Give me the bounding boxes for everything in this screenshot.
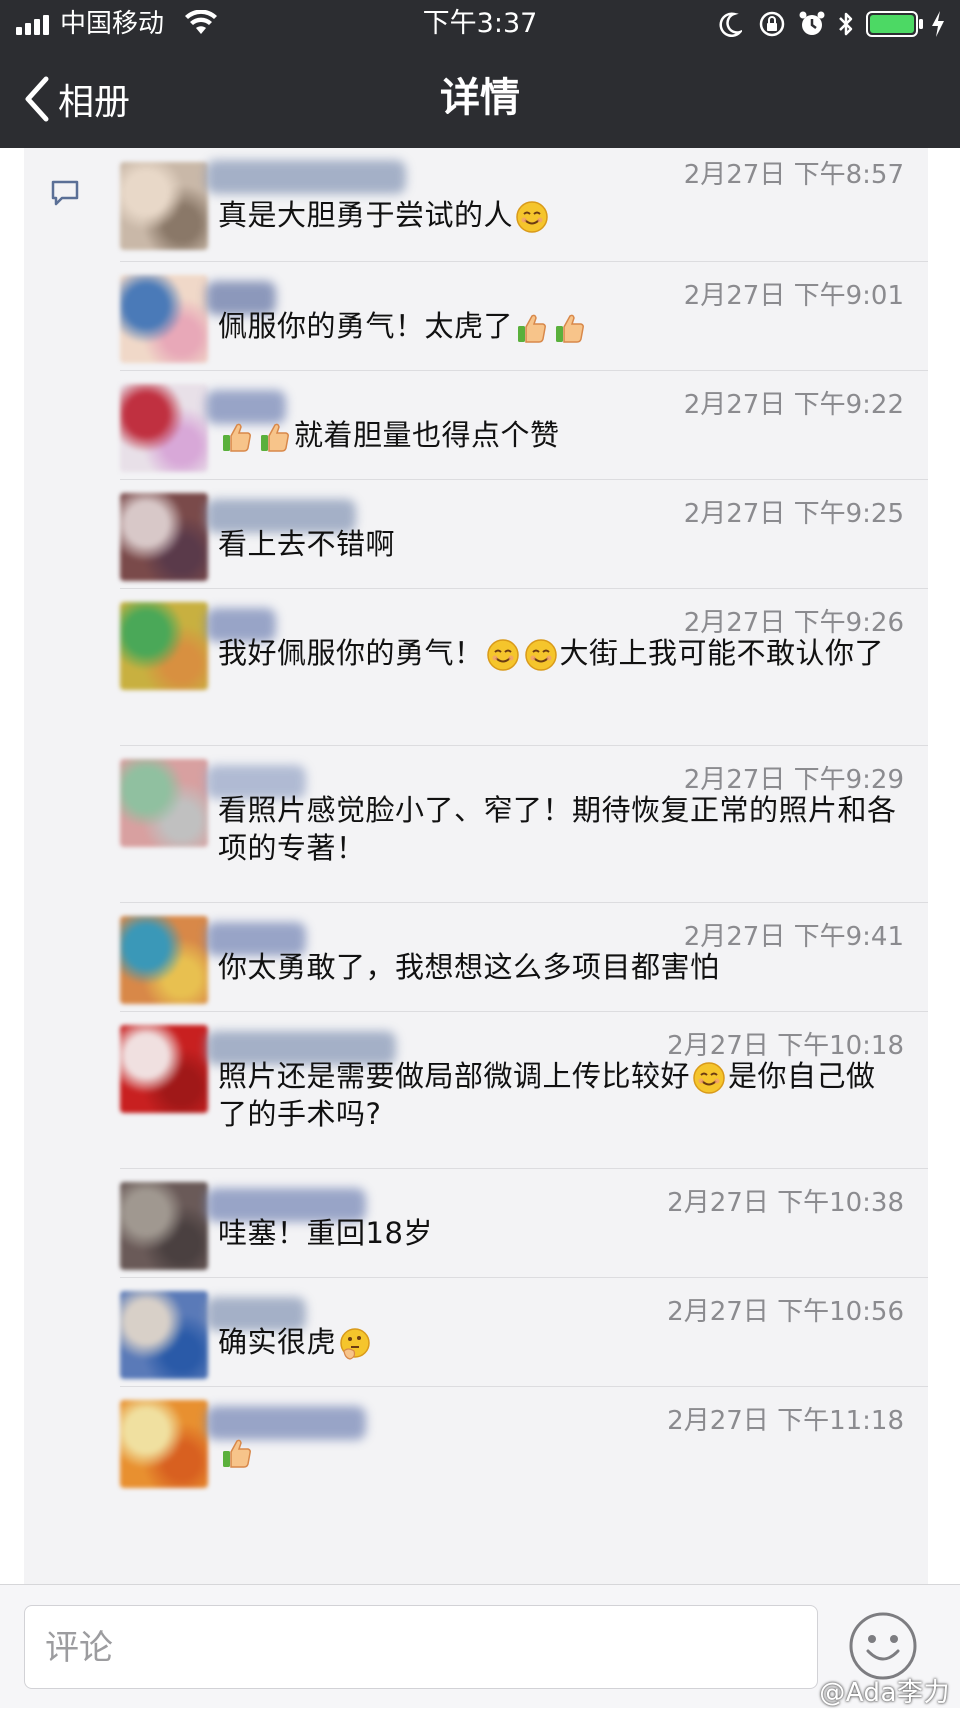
comment-text-segment: 佩服你的勇气！太虎了: [218, 309, 514, 343]
comment-text-segment: 看照片感觉脸小了、窄了！期待恢复正常的照片和各项的专著！: [218, 793, 897, 865]
thumbs-up-emoji-icon: [223, 1439, 251, 1468]
comment-text: 看上去不错啊: [218, 525, 898, 563]
emoji-picker-icon[interactable]: [848, 1611, 918, 1681]
comment-divider: [120, 479, 928, 480]
comment-text-segment: 我好佩服你的勇气！: [218, 636, 484, 670]
comment-text-segment: 照片还是需要做局部微调上传比较好: [218, 1059, 691, 1093]
thinking-face-emoji-icon: [340, 1328, 370, 1360]
do-not-disturb-icon: [719, 12, 742, 37]
comment-text: 你太勇敢了，我想想这么多项目都害怕: [218, 948, 898, 986]
avatar[interactable]: [120, 759, 208, 847]
comment-divider: [120, 588, 928, 589]
comment-text-segment: 真是大胆勇于尝试的人: [218, 198, 514, 232]
comment-time: 2月27日 下午8:57: [683, 160, 904, 190]
comment-text: 照片还是需要做局部微调上传比较好 是你自己做了的手术吗?: [218, 1057, 898, 1133]
comment-divider: [120, 370, 928, 371]
comments-panel: 2月27日 下午8:57 真是大胆勇于尝试的人 2月27日 下午9:01 佩服你的勇气…: [24, 148, 928, 1584]
comment-bubble-icon: [51, 180, 79, 206]
page-title: 详情: [440, 75, 520, 121]
smiling-face-emoji-icon: [524, 639, 557, 671]
avatar[interactable]: [120, 602, 208, 690]
thumbs-up-emoji-icon: [223, 423, 251, 452]
avatar[interactable]: [120, 1400, 208, 1488]
comment-divider: [120, 261, 928, 262]
comment-composer: 评论: [0, 1584, 960, 1708]
watermark: @Ada李力: [819, 1678, 950, 1708]
avatar[interactable]: [120, 384, 208, 472]
avatar[interactable]: [120, 916, 208, 1004]
avatar[interactable]: [120, 1291, 208, 1379]
comment-divider: [120, 1168, 928, 1169]
top-bar: 中国移动 下午3:37 相册 详情: [0, 0, 960, 148]
comment-text: 我好佩服你的勇气！ 大街上我可能不敢认你了: [218, 634, 898, 672]
comment-input[interactable]: 评论: [24, 1605, 818, 1689]
bluetooth-icon: [839, 12, 853, 36]
comment-text: 就着胆量也得点个赞: [218, 416, 898, 454]
thumbs-up-emoji-icon: [261, 423, 289, 452]
avatar[interactable]: [120, 162, 208, 250]
comment-divider: [120, 1386, 928, 1387]
comment-divider: [120, 1011, 928, 1012]
charging-bolt-icon: [932, 11, 944, 37]
comment-text: 哇塞！重回18岁: [218, 1214, 898, 1252]
comment-text-segment: 哇塞！重回18岁: [218, 1216, 433, 1250]
comment-divider: [120, 745, 928, 746]
status-bar: 中国移动 下午3:37: [0, 0, 960, 48]
thumbs-up-emoji-icon: [518, 314, 547, 343]
commenter-name[interactable]: [206, 160, 406, 194]
comment-text: 确实很虎: [218, 1323, 898, 1361]
thumbs-up-emoji-icon: [556, 314, 585, 343]
comment-divider: [120, 1277, 928, 1278]
comment-text-segment: 看上去不错啊: [218, 527, 396, 561]
rotation-lock-icon: [759, 11, 785, 37]
smiling-face-emoji-icon: [516, 201, 548, 233]
avatar[interactable]: [120, 1025, 208, 1113]
smiling-face-emoji-icon: [693, 1062, 725, 1094]
comment-text: 佩服你的勇气！太虎了: [218, 307, 898, 345]
alarm-icon: [799, 11, 825, 35]
smiling-face-emoji-icon: [486, 639, 519, 671]
avatar[interactable]: [120, 275, 208, 363]
comment-text-segment: 就着胆量也得点个赞: [294, 418, 560, 452]
comment-text: [218, 1432, 898, 1470]
avatar[interactable]: [120, 1182, 208, 1270]
avatar[interactable]: [120, 493, 208, 581]
comment-divider: [120, 902, 928, 903]
battery-icon: [866, 11, 923, 37]
comment-text: 真是大胆勇于尝试的人: [218, 196, 898, 234]
navigation-bar: 相册 详情: [0, 48, 960, 148]
comment-text-segment: 大街上我可能不敢认你了: [559, 636, 885, 670]
comment-text: 看照片感觉脸小了、窄了！期待恢复正常的照片和各项的专著！: [218, 791, 898, 867]
comment-text-segment: 确实很虎: [218, 1325, 337, 1359]
comment-text-segment: 你太勇敢了，我想想这么多项目都害怕: [218, 950, 720, 984]
